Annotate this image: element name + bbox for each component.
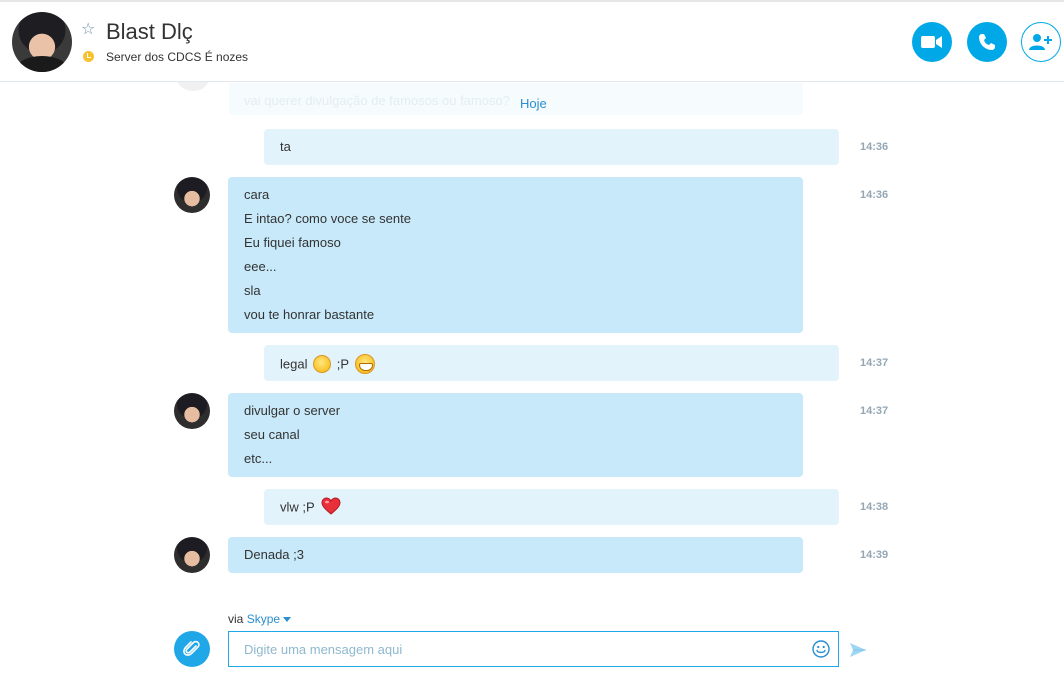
phone-icon (979, 34, 995, 50)
audio-call-button[interactable] (967, 22, 1007, 62)
message-timestamp: 14:37 (860, 357, 889, 369)
heart-emoticon-icon (321, 497, 341, 515)
message-text: ;P (336, 356, 349, 372)
via-service-name[interactable]: Skype (247, 612, 280, 626)
add-person-icon (1029, 34, 1052, 50)
message-text: Denada ;3 (244, 547, 304, 562)
message-text: divulgar o server (244, 403, 341, 418)
outgoing-message[interactable]: ta (264, 129, 839, 165)
message-text: eee... (244, 259, 277, 274)
sender-avatar[interactable] (174, 537, 210, 573)
video-call-button[interactable] (912, 22, 952, 62)
window-top-border (0, 0, 1064, 2)
sender-avatar[interactable] (174, 177, 210, 213)
contact-mood-message: Server dos CDCS É nozes (106, 50, 249, 64)
conversation-header: ☆ Blast Dlç Server dos CDCS É nozes (0, 0, 1064, 82)
incoming-message[interactable]: Denada ;3 (228, 537, 803, 573)
message-text-row: legal ;P (280, 354, 823, 379)
message-text: seu canal (244, 427, 300, 442)
away-status-icon (83, 51, 94, 62)
day-separator: Hoje (520, 96, 547, 111)
message-input[interactable] (229, 632, 804, 666)
outgoing-message[interactable]: vlw ;P (264, 489, 839, 525)
message-timestamp: 14:36 (860, 189, 889, 201)
faded-previous-message-text: vai querer divulgação de famosos ou famo… (244, 93, 510, 108)
message-text: E intao? como voce se sente (244, 211, 411, 226)
outgoing-message[interactable]: legal ;P (264, 345, 839, 381)
message-history[interactable]: vai querer divulgação de famosos ou famo… (0, 75, 1064, 603)
send-icon[interactable] (849, 642, 867, 658)
message-text: vlw ;P (280, 499, 315, 515)
message-timestamp: 14:38 (860, 501, 889, 513)
message-text: ta (280, 139, 291, 154)
message-text: legal (280, 356, 308, 372)
via-label: via (228, 612, 244, 626)
message-timestamp: 14:39 (860, 549, 889, 561)
grin-emoticon-icon (355, 354, 376, 374)
sender-avatar[interactable] (174, 393, 210, 429)
incoming-message[interactable]: divulgar o server seu canal etc... (228, 393, 803, 477)
message-timestamp: 14:37 (860, 405, 889, 417)
favorite-star-icon[interactable]: ☆ (81, 22, 95, 38)
contact-name[interactable]: Blast Dlç (106, 19, 193, 45)
incoming-message[interactable]: cara E intao? como voce se sente Eu fiqu… (228, 177, 803, 333)
message-text: Eu fiquei famoso (244, 235, 341, 250)
message-text: vou te honrar bastante (244, 307, 375, 322)
paperclip-icon (183, 640, 200, 656)
message-text-row: vlw ;P (280, 497, 823, 523)
message-timestamp: 14:36 (860, 141, 889, 153)
message-text: etc... (244, 451, 273, 466)
message-composer[interactable] (228, 631, 839, 667)
message-text: cara (244, 187, 270, 202)
attach-file-button[interactable] (174, 631, 210, 667)
smile-emoticon-icon (313, 355, 332, 373)
emoticon-picker-icon[interactable] (812, 640, 830, 658)
chevron-down-icon[interactable] (283, 617, 292, 623)
contact-avatar[interactable] (12, 12, 72, 72)
message-text: sla (244, 283, 261, 298)
via-service-selector[interactable]: via Skype (228, 612, 292, 626)
video-camera-icon (921, 36, 942, 48)
add-participant-button[interactable] (1021, 22, 1061, 62)
